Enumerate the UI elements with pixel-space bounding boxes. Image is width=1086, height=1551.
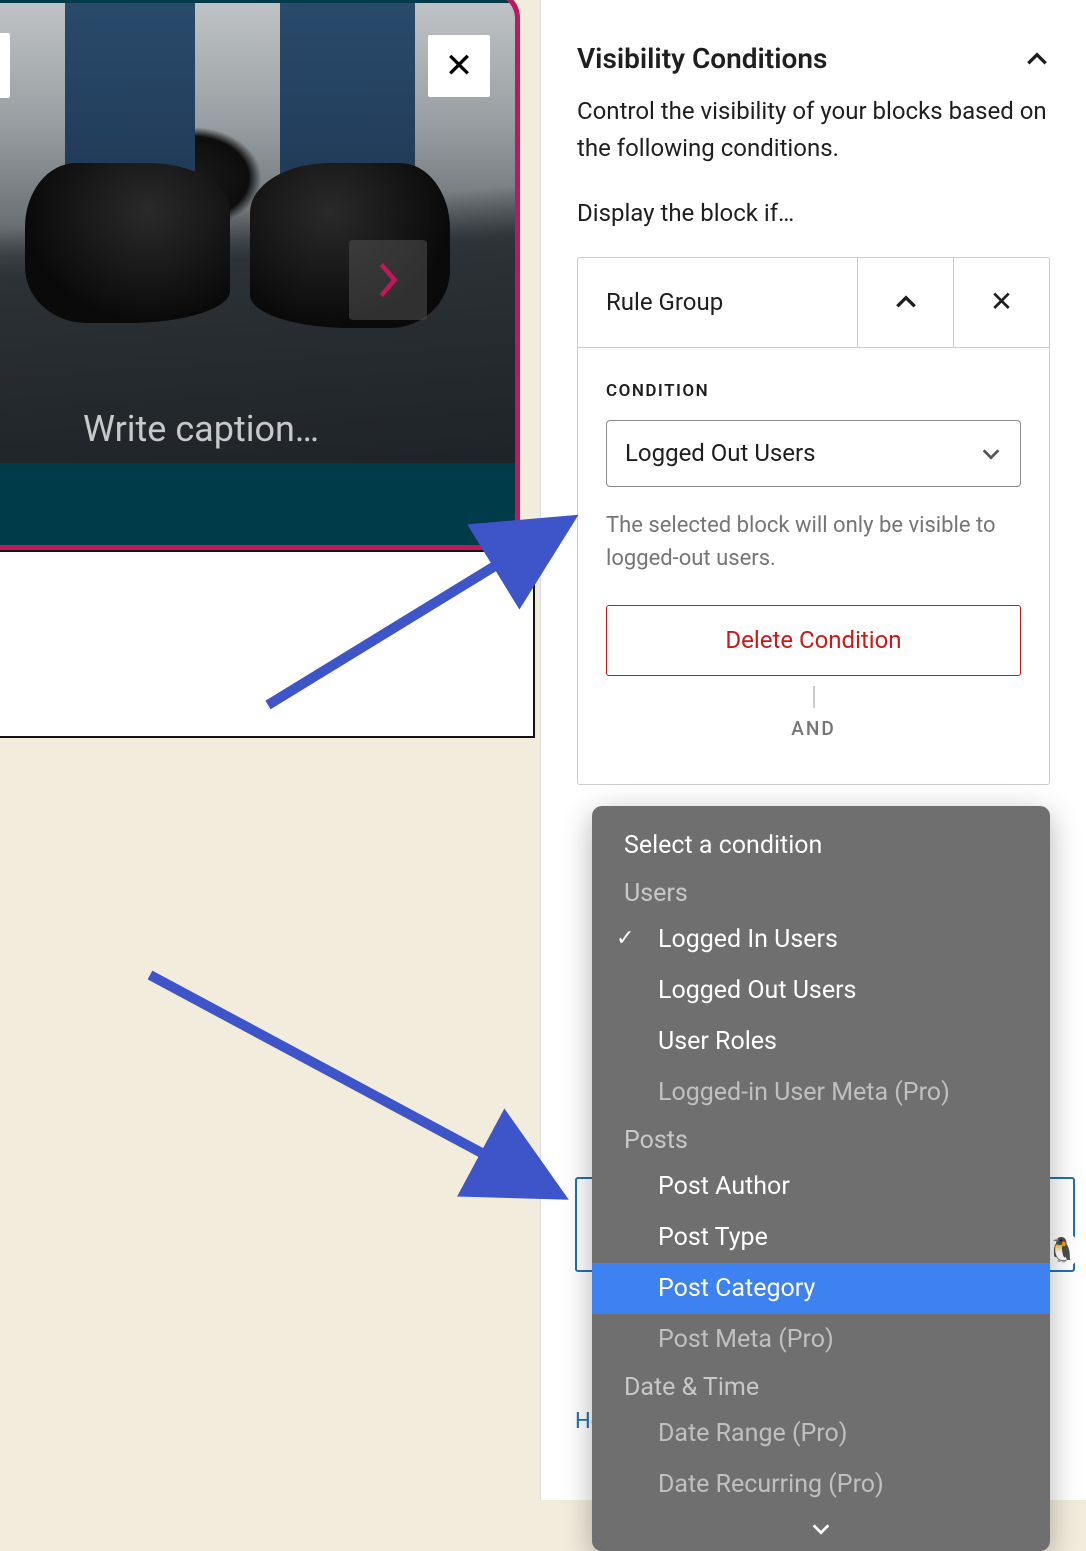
dropdown-placeholder[interactable]: Select a condition xyxy=(592,820,1050,871)
delete-rule-group-button[interactable]: ✕ xyxy=(953,258,1049,347)
dropdown-option: Date Range (Pro) xyxy=(592,1408,1050,1459)
chevron-down-icon xyxy=(810,1522,832,1536)
delete-condition-button[interactable]: Delete Condition xyxy=(606,605,1021,676)
dropdown-group-label: Posts xyxy=(592,1118,1050,1161)
and-label: AND xyxy=(606,714,1021,743)
dropdown-group-label: Date & Time xyxy=(592,1365,1050,1408)
block-handle[interactable] xyxy=(0,33,10,98)
dropdown-option: Post Meta (Pro) xyxy=(592,1314,1050,1365)
dropdown-option[interactable]: Logged In Users✓ xyxy=(592,914,1050,965)
chevron-up-icon xyxy=(1024,46,1050,72)
editor-canvas: ✕ Write caption… xyxy=(0,0,540,1500)
chevron-right-icon xyxy=(373,260,403,300)
dropdown-option[interactable]: Logged Out Users xyxy=(592,965,1050,1016)
panel-header[interactable]: Visibility Conditions xyxy=(541,0,1086,93)
dropdown-option[interactable]: Post Type xyxy=(592,1212,1050,1263)
display-if-label: Display the block if… xyxy=(577,195,1050,232)
dropdown-option[interactable]: User Roles xyxy=(592,1016,1050,1067)
condition-dropdown[interactable]: Select a condition UsersLogged In Users✓… xyxy=(592,806,1050,1551)
remove-image-button[interactable]: ✕ xyxy=(428,35,490,97)
and-connector: AND xyxy=(606,676,1021,743)
collapse-panel-button[interactable] xyxy=(1024,46,1050,72)
condition-help-text: The selected block will only be visible … xyxy=(606,509,1021,575)
dropdown-option[interactable]: Post Author xyxy=(592,1161,1050,1212)
dropdown-scroll-down[interactable] xyxy=(592,1510,1050,1543)
collapse-rule-group-button[interactable] xyxy=(857,258,953,347)
rule-group: Rule Group ✕ CONDITION Logged Out Users xyxy=(577,257,1050,785)
dropdown-option: Logged-in User Meta (Pro) xyxy=(592,1067,1050,1118)
dropdown-group-label: Users xyxy=(592,871,1050,914)
empty-block-placeholder[interactable] xyxy=(0,550,535,738)
close-icon: ✕ xyxy=(445,46,474,86)
check-icon: ✓ xyxy=(616,924,634,955)
dropdown-option[interactable]: Post Category xyxy=(592,1263,1050,1314)
rule-group-title: Rule Group xyxy=(578,258,857,347)
panel-title: Visibility Conditions xyxy=(577,42,827,75)
condition-select[interactable]: Logged Out Users xyxy=(606,420,1021,487)
gallery-next-button[interactable] xyxy=(349,240,427,320)
condition-select-value: Logged Out Users xyxy=(625,435,816,472)
chevron-up-icon xyxy=(893,289,919,315)
dropdown-option: Date Recurring (Pro) xyxy=(592,1459,1050,1510)
chevron-down-icon xyxy=(980,443,1002,465)
caption-input[interactable]: Write caption… xyxy=(83,408,319,450)
close-icon: ✕ xyxy=(990,280,1013,323)
condition-label: CONDITION xyxy=(606,378,1021,404)
selected-image-block[interactable]: ✕ Write caption… xyxy=(0,0,520,550)
panel-description: Control the visibility of your blocks ba… xyxy=(577,93,1050,167)
